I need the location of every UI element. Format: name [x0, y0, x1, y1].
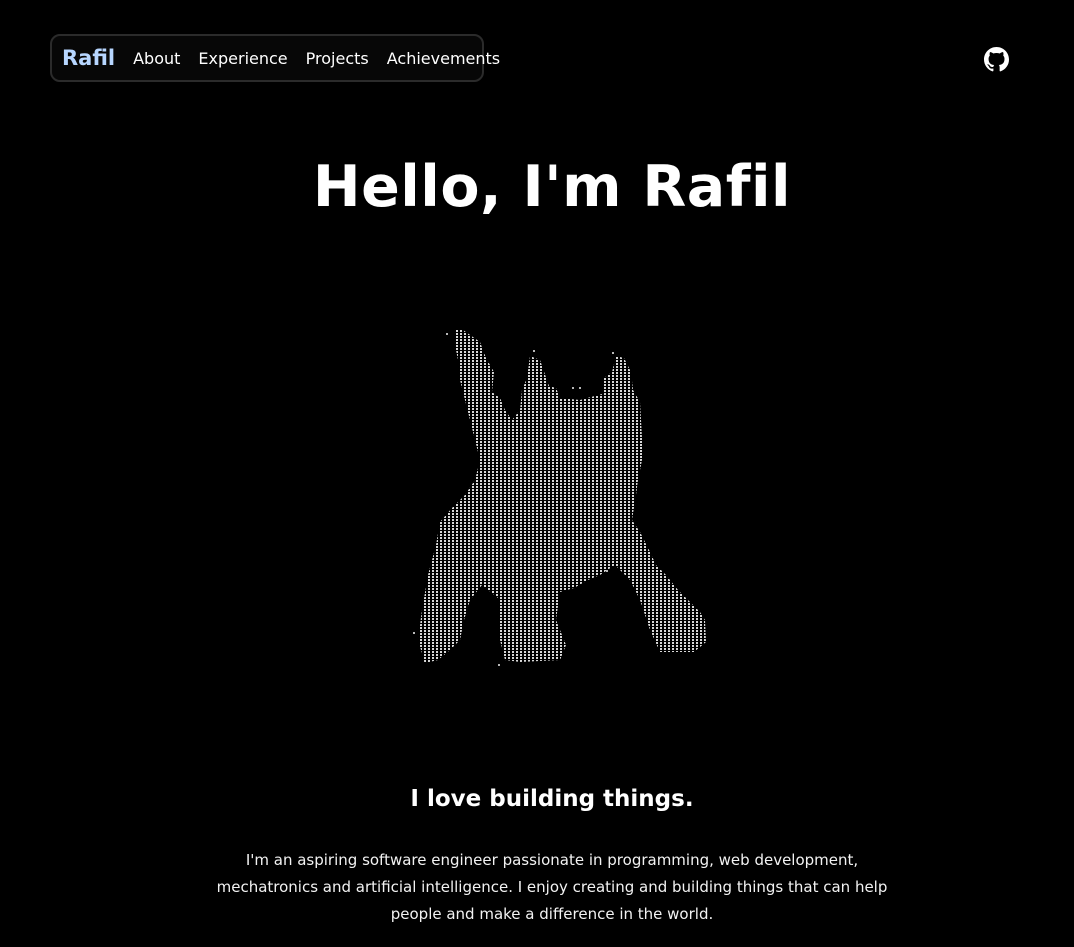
bio-paragraph: I'm an aspiring software engineer passio…	[216, 851, 888, 923]
page: Rafil About Experience Projects Achievem…	[0, 0, 1074, 947]
tagline: I love building things.	[410, 786, 694, 812]
